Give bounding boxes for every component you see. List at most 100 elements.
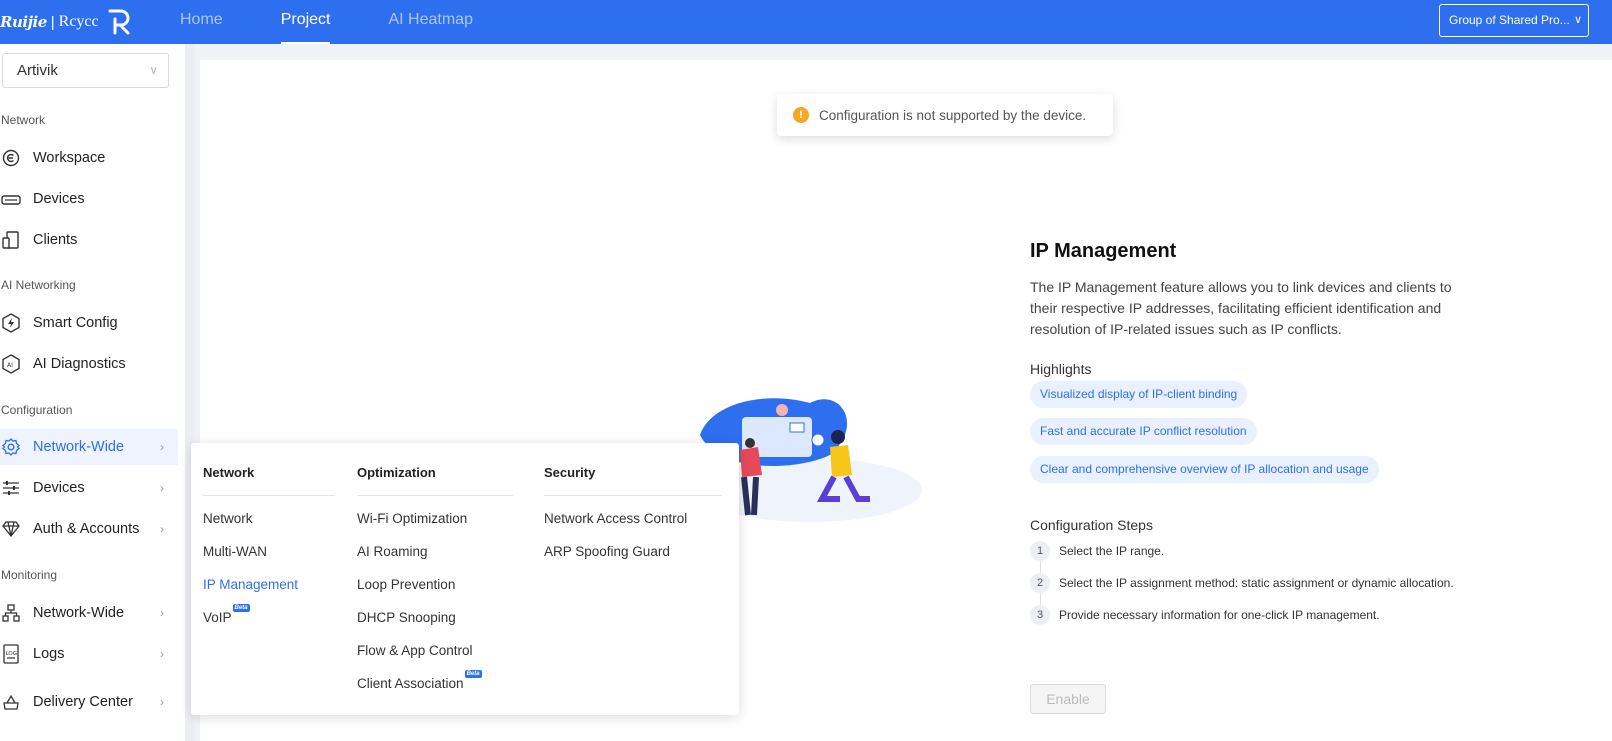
chevron-right-icon: › bbox=[160, 481, 164, 495]
sidebar-item-auth-accounts[interactable]: Auth & Accounts › bbox=[0, 511, 178, 547]
config-step: 3 Provide necessary information for one-… bbox=[1030, 605, 1380, 625]
menu-item-client-association[interactable]: Client AssociationBeta bbox=[357, 670, 482, 691]
chevron-down-icon: ∨ bbox=[1573, 14, 1582, 26]
top-nav: Home Project AI Heatmap bbox=[180, 0, 531, 44]
sidebar-item-logs[interactable]: LOG Logs › bbox=[0, 636, 178, 672]
config-step: 1 Select the IP range. bbox=[1030, 541, 1164, 561]
nav-home[interactable]: Home bbox=[180, 0, 223, 44]
nav-ai-heatmap[interactable]: AI Heatmap bbox=[388, 0, 472, 44]
section-monitoring: Monitoring bbox=[1, 568, 58, 582]
flyout-heading-network: Network bbox=[203, 465, 255, 480]
menu-item-network-access-control[interactable]: Network Access Control bbox=[544, 511, 687, 526]
flyout-heading-optimization: Optimization bbox=[357, 465, 436, 480]
project-select-value: Artivik bbox=[17, 62, 58, 79]
warning-icon: ! bbox=[793, 107, 809, 123]
steps-heading: Configuration Steps bbox=[1030, 517, 1153, 533]
highlight-chip: Fast and accurate IP conflict resolution bbox=[1030, 418, 1257, 445]
sidebar-item-clients[interactable]: Clients bbox=[0, 222, 178, 258]
section-configuration: Configuration bbox=[1, 403, 73, 417]
menu-item-flow-app-control[interactable]: Flow & App Control bbox=[357, 643, 473, 658]
sidebar-item-label: Clients bbox=[33, 232, 78, 248]
beta-badge: Beta bbox=[232, 604, 250, 612]
highlight-chip: Visualized display of IP-client binding bbox=[1030, 381, 1248, 408]
highlight-chip: Clear and comprehensive overview of IP a… bbox=[1030, 456, 1379, 483]
divider bbox=[544, 495, 722, 496]
sidebar-item-ai-diagnostics[interactable]: AI AI Diagnostics bbox=[0, 346, 178, 382]
sidebar-item-network-wide-monitor[interactable]: Network-Wide › bbox=[0, 595, 178, 631]
network-wide-flyout-menu: Network Network Multi-WAN IP Management … bbox=[191, 443, 739, 715]
logo-brand: Ruijie bbox=[0, 13, 47, 31]
sidebar-item-devices-config[interactable]: Devices › bbox=[0, 470, 178, 506]
menu-item-label: Client Association bbox=[357, 676, 464, 691]
section-network: Network bbox=[1, 113, 46, 127]
flyout-heading-security: Security bbox=[544, 465, 596, 480]
config-step: 2 Select the IP assignment method: stati… bbox=[1030, 573, 1454, 593]
sidebar-item-label: Network-Wide bbox=[33, 605, 125, 621]
sidebar-item-label: Network-Wide bbox=[33, 439, 125, 455]
enable-button[interactable]: Enable bbox=[1030, 684, 1106, 714]
workspace-icon bbox=[0, 147, 22, 169]
feature-description: The IP Management feature allows you to … bbox=[1030, 279, 1452, 337]
menu-item-network[interactable]: Network bbox=[203, 511, 253, 526]
sidebar-item-label: Auth & Accounts bbox=[33, 521, 140, 537]
gear-icon bbox=[0, 436, 22, 458]
logs-icon: LOG bbox=[0, 643, 22, 665]
step-text: Select the IP assignment method: static … bbox=[1059, 576, 1454, 590]
sliders-icon bbox=[0, 477, 22, 499]
feature-info: IP Management The IP Management feature … bbox=[1030, 240, 1470, 714]
sidebar-item-label: Devices bbox=[33, 480, 85, 496]
beta-badge: Beta bbox=[464, 670, 482, 678]
nav-project[interactable]: Project bbox=[280, 0, 331, 44]
svg-text:AI: AI bbox=[7, 362, 13, 369]
clients-icon bbox=[0, 229, 22, 251]
diamond-icon bbox=[0, 518, 22, 540]
ruijie-reyee-logo[interactable]: Ruijie | Rcycc bbox=[0, 8, 131, 36]
project-select[interactable]: Artivik ∨ bbox=[2, 53, 169, 88]
chevron-right-icon: › bbox=[160, 695, 164, 709]
toast-message: Configuration is not supported by the de… bbox=[819, 107, 1087, 123]
menu-item-wifi-optimization[interactable]: Wi-Fi Optimization bbox=[357, 511, 467, 526]
chevron-right-icon: › bbox=[160, 440, 164, 454]
divider bbox=[203, 495, 335, 496]
menu-item-voip[interactable]: VoIPBeta bbox=[203, 604, 250, 625]
delivery-icon bbox=[0, 691, 22, 713]
svg-text:LOG: LOG bbox=[6, 651, 17, 657]
divider bbox=[357, 495, 513, 496]
chevron-right-icon: › bbox=[160, 647, 164, 661]
ai-diagnostics-icon: AI bbox=[0, 353, 22, 375]
group-select-value: Group of Shared Pro... bbox=[1449, 13, 1570, 27]
sidebar-item-workspace[interactable]: Workspace bbox=[0, 140, 178, 176]
menu-item-arp-spoofing-guard[interactable]: ARP Spoofing Guard bbox=[544, 544, 670, 559]
highlights-heading: Highlights bbox=[1030, 361, 1092, 377]
sidebar-item-delivery-center[interactable]: Delivery Center › bbox=[0, 684, 178, 720]
step-text: Provide necessary information for one-cl… bbox=[1059, 608, 1380, 622]
sidebar-item-label: Delivery Center bbox=[33, 694, 133, 710]
sidebar-item-label: Devices bbox=[33, 191, 85, 207]
section-ai-networking: AI Networking bbox=[1, 278, 76, 292]
topology-icon bbox=[0, 602, 22, 624]
sidebar-item-label: Logs bbox=[33, 646, 65, 662]
reyee-r-icon bbox=[108, 9, 130, 35]
sidebar-item-devices[interactable]: Devices bbox=[0, 181, 178, 217]
sidebar-item-network-wide-config[interactable]: Network-Wide › bbox=[0, 429, 178, 465]
logo-separator: | bbox=[50, 13, 55, 31]
menu-item-loop-prevention[interactable]: Loop Prevention bbox=[357, 577, 455, 592]
step-number: 3 bbox=[1030, 605, 1050, 625]
step-number: 2 bbox=[1030, 573, 1050, 593]
group-select[interactable]: Group of Shared Pro... ∨ bbox=[1439, 4, 1589, 37]
router-icon bbox=[0, 188, 22, 210]
sidebar: Artivik ∨ Network Workspace Devices Clie… bbox=[0, 44, 185, 741]
menu-item-multi-wan[interactable]: Multi-WAN bbox=[203, 544, 267, 559]
warning-toast: ! Configuration is not supported by the … bbox=[777, 94, 1113, 136]
smart-config-icon bbox=[0, 312, 22, 334]
menu-item-ai-roaming[interactable]: AI Roaming bbox=[357, 544, 428, 559]
feature-title: IP Management bbox=[1030, 240, 1177, 262]
logo-brand2: Rcycc bbox=[58, 13, 99, 30]
menu-item-ip-management[interactable]: IP Management bbox=[203, 577, 298, 592]
menu-item-dhcp-snooping[interactable]: DHCP Snooping bbox=[357, 610, 456, 625]
sidebar-item-label: Workspace bbox=[33, 150, 106, 166]
sidebar-item-label: AI Diagnostics bbox=[33, 356, 126, 372]
chevron-right-icon: › bbox=[160, 606, 164, 620]
chevron-down-icon: ∨ bbox=[149, 63, 158, 77]
sidebar-item-smart-config[interactable]: Smart Config bbox=[0, 305, 178, 341]
